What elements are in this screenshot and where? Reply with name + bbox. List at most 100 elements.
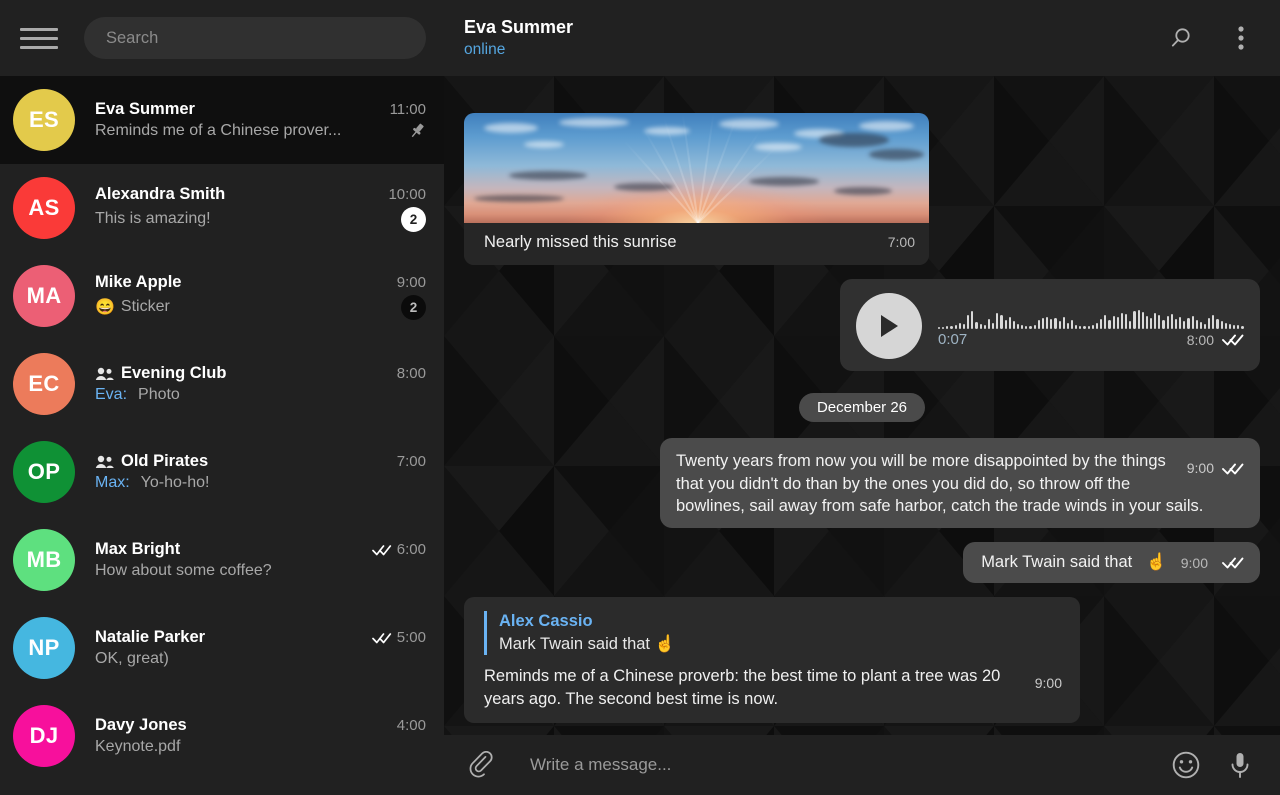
waveform-bar	[1013, 321, 1015, 329]
waveform-bar	[1117, 317, 1119, 329]
preview-text: Keynote.pdf	[95, 738, 180, 756]
chat-item-top-row: Old Pirates7:00	[95, 452, 426, 471]
chat-list-item[interactable]: ESEva Summer11:00Reminds me of a Chinese…	[0, 76, 444, 164]
chat-item-preview: 😄Sticker	[95, 297, 393, 317]
chat-list-item[interactable]: MBMax Bright6:00How about some coffee?	[0, 516, 444, 604]
message-row-quote: 9:00 Twenty years from now you will be m…	[464, 438, 1260, 528]
waveform-bar	[1100, 319, 1102, 329]
waveform-bar	[1241, 326, 1243, 329]
chat-item-name-text: Eva Summer	[95, 100, 195, 119]
chat-item-body: Natalie Parker5:00OK, great)	[95, 628, 426, 668]
waveform-bar	[942, 327, 944, 329]
chat-list-item[interactable]: MAMike Apple9:00😄Sticker2	[0, 252, 444, 340]
hamburger-menu-icon[interactable]	[20, 24, 58, 52]
waveform-bar	[1167, 316, 1169, 329]
waveform-bar	[1192, 316, 1194, 329]
voice-message-bubble[interactable]: 0:07 8:00	[840, 279, 1260, 371]
reply-quote-author: Alex Cassio	[499, 611, 1062, 632]
preview-sender: Max:	[95, 474, 130, 492]
double-check-icon	[1222, 556, 1244, 569]
chat-title: Eva Summer	[464, 17, 1164, 39]
preview-sender: Eva:	[95, 386, 127, 404]
chat-item-body: Evening Club 8:00 Eva: Photo	[95, 364, 426, 404]
chat-list-item[interactable]: OPOld Pirates7:00Max:Yo-ho-ho!	[0, 428, 444, 516]
chat-item-name-text: Alexandra Smith	[95, 185, 225, 204]
chat-item-name-text: Natalie Parker	[95, 628, 205, 647]
waveform-bar	[1146, 316, 1148, 329]
chat-list-item[interactable]: NP Natalie Parker5:00OK, great)	[0, 604, 444, 692]
paperclip-icon[interactable]	[464, 747, 500, 783]
avatar: NP	[13, 617, 75, 679]
chat-item-preview: OK, great)	[95, 650, 426, 668]
waveform-bar	[1204, 324, 1206, 329]
waveform-bar	[1125, 314, 1127, 329]
voice-waveform[interactable]	[938, 297, 1244, 329]
double-check-icon	[372, 544, 392, 556]
waveform-bar	[1225, 323, 1227, 329]
chat-list-item[interactable]: DJDavy Jones4:00Keynote.pdf	[0, 692, 444, 780]
chat-list-item[interactable]: ECEvening Club8:00Eva:Photo	[0, 340, 444, 428]
short-message-emoji: ☝️	[1146, 553, 1167, 572]
double-check-icon	[372, 632, 392, 644]
search-input[interactable]	[106, 29, 404, 48]
chat-item-bottom-row: How about some coffee?	[95, 562, 426, 580]
waveform-bar	[1154, 313, 1156, 329]
chat-item-time-text: 8:00	[397, 365, 426, 382]
sunrise-photo[interactable]	[464, 113, 929, 223]
chat-item-time: 9:00	[397, 274, 426, 291]
quote-message-time: 9:00	[1187, 459, 1214, 478]
message-input[interactable]	[518, 755, 1150, 775]
chat-list[interactable]: ESEva Summer11:00Reminds me of a Chinese…	[0, 76, 444, 795]
short-message-bubble[interactable]: Mark Twain said that ☝️ 9:00	[963, 542, 1260, 583]
chat-item-preview: How about some coffee?	[95, 562, 426, 580]
waveform-bar	[1200, 322, 1202, 329]
waveform-bar	[1029, 326, 1031, 329]
search-box[interactable]	[84, 17, 426, 59]
waveform-bar	[975, 322, 977, 329]
reply-quote-emoji: ☝️	[655, 635, 676, 653]
chat-item-name-text: Davy Jones	[95, 716, 187, 735]
waveform-bar	[1059, 321, 1061, 329]
microphone-icon[interactable]	[1222, 747, 1258, 783]
waveform-bar	[980, 324, 982, 329]
messages-area[interactable]: Nearly missed this sunrise 7:00	[444, 76, 1280, 735]
reply-quote[interactable]: Alex Cassio Mark Twain said that ☝️	[484, 611, 1062, 655]
waveform-bar	[1046, 317, 1048, 329]
play-icon[interactable]	[856, 293, 922, 359]
chat-list-item[interactable]: ASAlexandra Smith10:00This is amazing!2	[0, 164, 444, 252]
chat-header-info[interactable]: Eva Summer online	[464, 17, 1164, 59]
chat-item-body: Mike Apple9:00😄Sticker2	[95, 273, 426, 320]
chat-item-body: Eva Summer11:00Reminds me of a Chinese p…	[95, 100, 426, 140]
photo-message-bubble[interactable]: Nearly missed this sunrise 7:00	[464, 113, 929, 265]
preview-text: Photo	[138, 386, 180, 404]
photo-time: 7:00	[888, 234, 915, 250]
double-check-icon	[372, 632, 392, 644]
waveform-bar	[1113, 316, 1115, 329]
chat-item-time-text: 6:00	[397, 541, 426, 558]
waveform-bar	[1083, 326, 1085, 329]
waveform-bar	[1092, 325, 1094, 329]
message-row-voice: 0:07 8:00	[464, 279, 1260, 371]
chat-item-body: Max Bright6:00How about some coffee?	[95, 540, 426, 580]
waveform-bar	[967, 315, 969, 329]
voice-duration: 0:07	[938, 331, 967, 348]
reply-body: 9:00 Reminds me of a Chinese proverb: th…	[484, 665, 1062, 711]
waveform-bar	[988, 319, 990, 329]
waveform-bar	[1000, 315, 1002, 329]
voice-time-text: 8:00	[1187, 332, 1214, 348]
reply-message-time: 9:00	[1035, 674, 1062, 694]
quote-message-bubble[interactable]: 9:00 Twenty years from now you will be m…	[660, 438, 1260, 528]
chat-item-time-text: 7:00	[397, 453, 426, 470]
waveform-bar	[1079, 326, 1081, 329]
chat-item-body: Old Pirates7:00Max:Yo-ho-ho!	[95, 452, 426, 492]
more-vertical-icon[interactable]	[1224, 21, 1258, 55]
search-icon[interactable]	[1164, 21, 1198, 55]
smiley-icon[interactable]	[1168, 747, 1204, 783]
chat-item-bottom-row: Reminds me of a Chinese prover...	[95, 122, 426, 140]
unread-badge: 2	[401, 207, 426, 232]
waveform-bar	[1212, 315, 1214, 329]
chat-item-name: Evening Club	[95, 364, 226, 383]
chat-item-time: 10:00	[388, 186, 426, 203]
waveform-bar	[984, 325, 986, 329]
reply-message-bubble[interactable]: Alex Cassio Mark Twain said that ☝️ 9:00…	[464, 597, 1080, 723]
